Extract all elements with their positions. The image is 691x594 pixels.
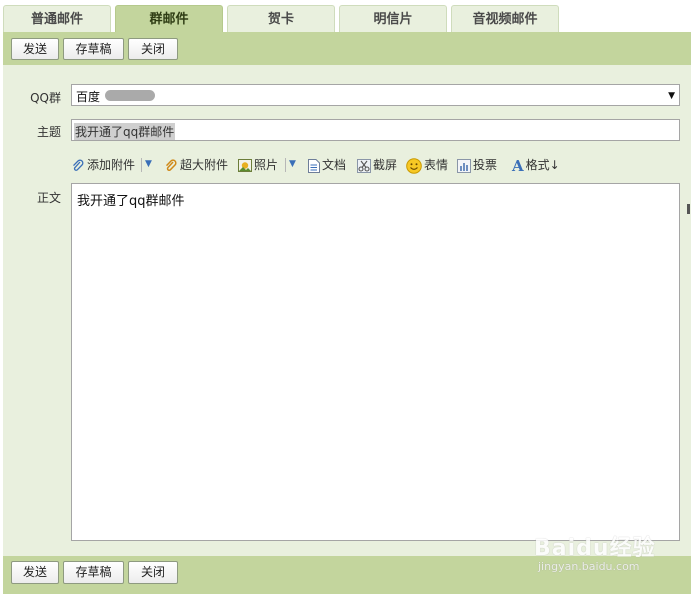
group-select-value: 百度	[76, 90, 101, 104]
format-button[interactable]: A 格式↓	[512, 156, 560, 175]
screenshot-label: 截屏	[373, 158, 398, 172]
watermark-logo: Baidu经验	[534, 536, 656, 561]
baidu-watermark: Baidu经验 jingyan.baidu.com	[534, 530, 656, 573]
tab-greeting-card[interactable]: 贺卡	[227, 5, 335, 32]
document-button[interactable]: 文档	[308, 156, 346, 174]
photo-icon	[238, 159, 252, 172]
compose-form: QQ群 百度 ▼ 主题 我开通了qq群邮件 添加附件 ▼ 超大附件 照片 ▼ 文…	[3, 65, 691, 556]
bar-chart-icon	[457, 158, 471, 173]
chevron-down-icon: ▼	[668, 91, 675, 101]
send-button[interactable]: 发送	[11, 561, 59, 584]
chevron-down-icon[interactable]: ▼	[289, 159, 296, 169]
resize-handle[interactable]	[687, 204, 690, 214]
tab-normal-mail[interactable]: 普通邮件	[3, 5, 111, 32]
divider	[285, 158, 286, 172]
divider	[141, 158, 142, 172]
photo-label: 照片	[254, 158, 279, 172]
subject-value: 我开通了qq群邮件	[74, 123, 176, 140]
font-format-icon: A	[512, 156, 524, 175]
vote-button[interactable]: 投票	[457, 156, 497, 174]
paperclip-icon	[73, 159, 84, 171]
large-attachment-button[interactable]: 超大附件	[164, 156, 228, 174]
photo-button[interactable]: 照片	[238, 156, 278, 174]
body-text: 我开通了qq群邮件	[77, 194, 185, 209]
smiley-icon	[406, 157, 422, 174]
body-editor[interactable]: 我开通了qq群邮件	[71, 183, 680, 541]
paperclip-large-icon	[165, 158, 177, 171]
body-label: 正文	[36, 191, 61, 205]
editor-tools-bar: 添加附件 ▼ 超大附件 照片 ▼ 文档 截屏 表情 投票 A 格式↓	[71, 156, 681, 175]
close-button[interactable]: 关闭	[128, 38, 178, 60]
tab-av-mail[interactable]: 音视频邮件	[451, 5, 559, 32]
top-toolbar: 发送 存草稿 关闭	[3, 32, 691, 65]
compose-tabs: 普通邮件 群邮件 贺卡 明信片 音视频邮件	[3, 5, 691, 33]
add-attachment-button[interactable]: 添加附件	[71, 156, 135, 174]
redacted-group-name	[105, 90, 155, 101]
send-button[interactable]: 发送	[11, 38, 59, 60]
save-draft-button[interactable]: 存草稿	[63, 38, 124, 60]
tab-group-mail[interactable]: 群邮件	[115, 5, 223, 33]
scissors-icon	[357, 158, 371, 173]
watermark-url: jingyan.baidu.com	[538, 560, 640, 573]
screenshot-button[interactable]: 截屏	[357, 156, 397, 174]
compose-window: 普通邮件 群邮件 贺卡 明信片 音视频邮件 发送 存草稿 关闭 QQ群 百度 ▼…	[3, 0, 691, 594]
format-label: 格式↓	[525, 158, 560, 172]
emoticon-button[interactable]: 表情	[406, 156, 448, 174]
subject-label: 主题	[36, 125, 61, 139]
large-attachment-label: 超大附件	[180, 158, 229, 172]
group-select[interactable]: 百度 ▼	[71, 84, 680, 106]
emoticon-label: 表情	[424, 158, 449, 172]
document-label: 文档	[322, 158, 347, 172]
vote-label: 投票	[473, 158, 498, 172]
group-label: QQ群	[30, 91, 61, 105]
subject-input[interactable]: 我开通了qq群邮件	[71, 119, 680, 141]
add-attachment-label: 添加附件	[87, 158, 136, 172]
chevron-down-icon[interactable]: ▼	[145, 159, 152, 169]
save-draft-button[interactable]: 存草稿	[63, 561, 124, 584]
document-icon	[308, 158, 320, 173]
tab-postcard[interactable]: 明信片	[339, 5, 447, 32]
close-button[interactable]: 关闭	[128, 561, 178, 584]
